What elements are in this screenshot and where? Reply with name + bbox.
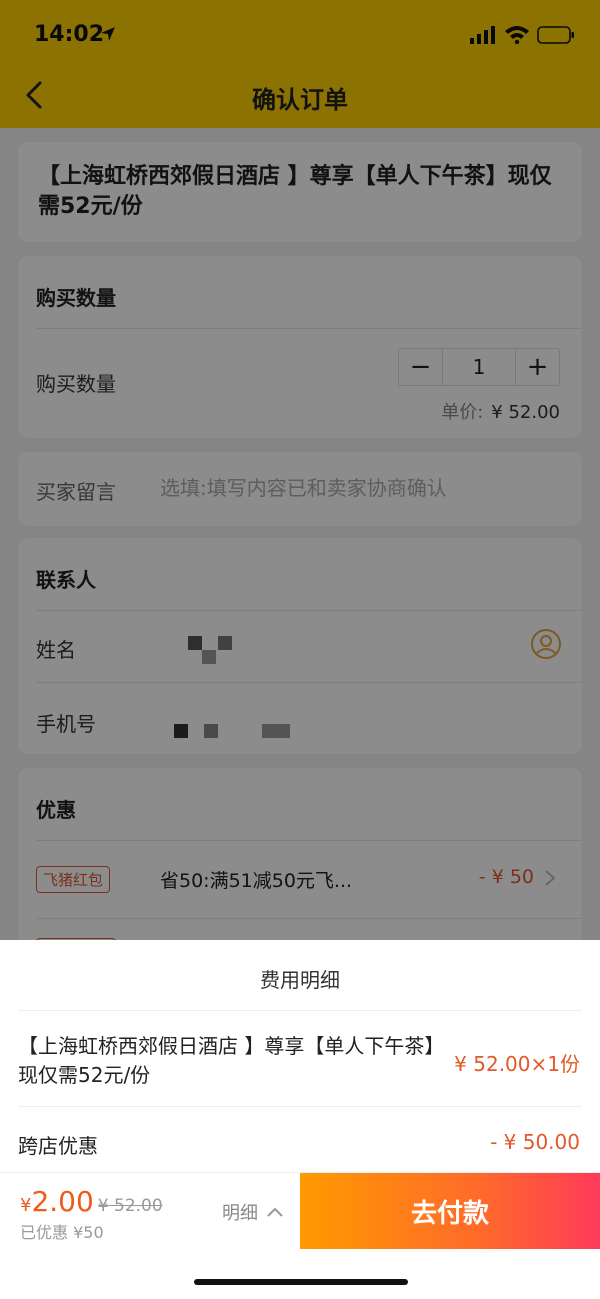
total-amount: 2.00 bbox=[31, 1185, 94, 1218]
total-price: ¥2.00 ¥ 52.00 bbox=[20, 1185, 163, 1218]
fee-discount-amount: - ¥ 50.00 bbox=[490, 1130, 580, 1154]
detail-toggle[interactable]: 明细 bbox=[222, 1199, 284, 1225]
fee-discount-label: 跨店优惠 bbox=[18, 1134, 98, 1158]
fee-detail-sheet: 费用明细 【上海虹桥西郊假日酒店 】尊享【单人下午茶】现仅需52元/份 ¥ 52… bbox=[0, 940, 600, 1172]
chevron-up-icon bbox=[267, 1207, 283, 1217]
currency-symbol: ¥ bbox=[20, 1195, 32, 1216]
detail-toggle-label: 明细 bbox=[222, 1203, 258, 1224]
pay-button[interactable]: 去付款 bbox=[300, 1173, 600, 1249]
home-indicator bbox=[194, 1279, 408, 1285]
original-price: ¥ 52.00 bbox=[97, 1196, 163, 1216]
saved-amount: 已优惠 ¥50 bbox=[20, 1223, 104, 1242]
fee-detail-title: 费用明细 bbox=[260, 968, 340, 992]
divider bbox=[18, 1010, 582, 1011]
fee-item-name: 【上海虹桥西郊假日酒店 】尊享【单人下午茶】现仅需52元/份 bbox=[18, 1034, 445, 1087]
fee-item-price: ¥ 52.00×1份 bbox=[454, 1052, 580, 1076]
modal-backdrop[interactable] bbox=[0, 0, 600, 940]
divider bbox=[18, 1106, 582, 1107]
checkout-bar: ¥2.00 ¥ 52.00 已优惠 ¥50 明细 去付款 bbox=[0, 1172, 600, 1299]
